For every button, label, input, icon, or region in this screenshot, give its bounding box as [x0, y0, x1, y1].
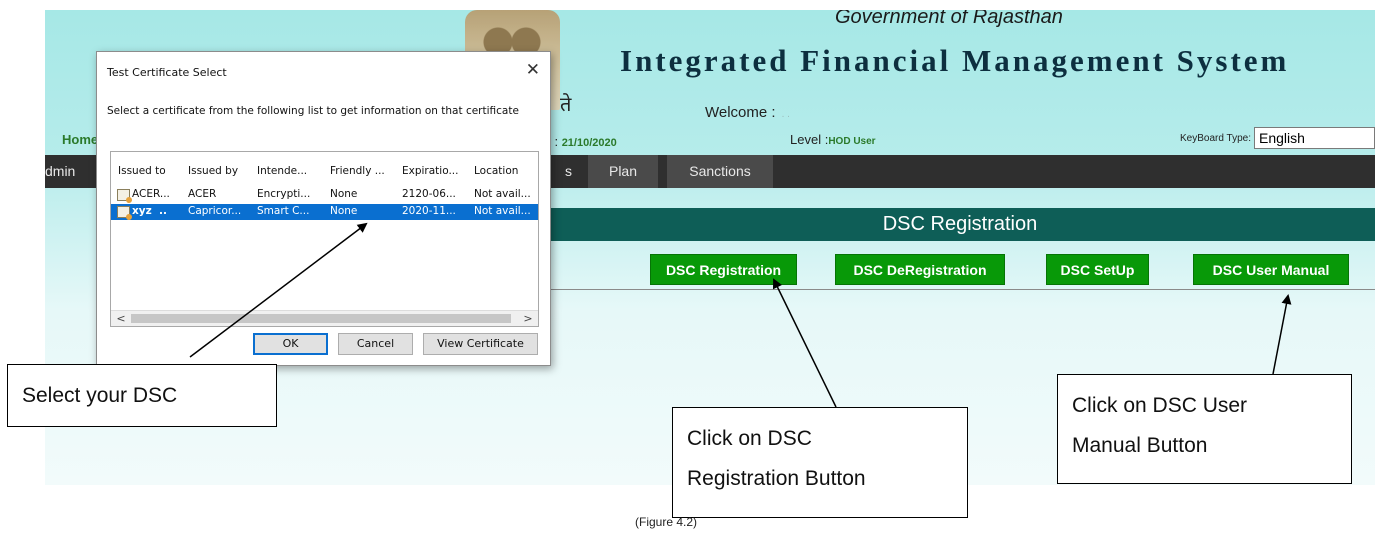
- callout-dsc-registration: Click on DSC Registration Button: [672, 407, 968, 518]
- callout-text-line1: Click on DSC User: [1072, 394, 1248, 417]
- arrow-to-dsc-registration: [773, 278, 837, 408]
- callout-text: Select your DSC: [22, 384, 178, 407]
- callout-dsc-user-manual: Click on DSC User Manual Button: [1057, 374, 1352, 484]
- callout-text-line2: Manual Button: [1072, 434, 1208, 457]
- figure-caption: (Figure 4.2): [635, 515, 698, 529]
- callout-text-line2: Registration Button: [687, 467, 866, 490]
- arrow-to-dsc-user-manual: [1272, 294, 1292, 375]
- arrow-to-certificate: [189, 222, 368, 358]
- callout-text-line1: Click on DSC: [687, 427, 812, 450]
- callout-select-dsc: Select your DSC: [7, 364, 277, 427]
